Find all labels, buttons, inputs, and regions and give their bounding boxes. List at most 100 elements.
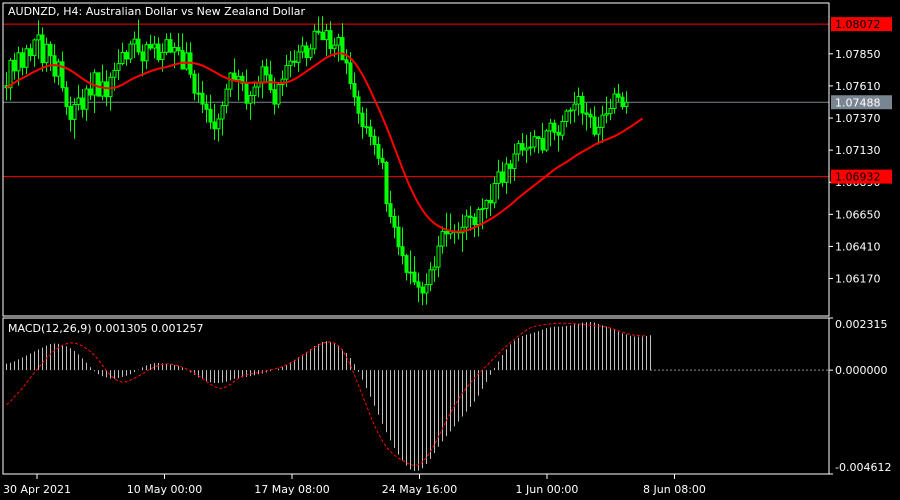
candle-body-down (96, 72, 101, 97)
candle-body-down (264, 66, 269, 76)
candle-body-down (12, 59, 17, 72)
candle-body-down (616, 93, 621, 98)
candle-body-up (432, 266, 437, 271)
candle-body-up (524, 147, 529, 151)
candle-body-down (360, 112, 365, 128)
candle-body-down (472, 216, 477, 226)
price-chart-title: AUDNZD, H4: Australian Dollar vs New Zea… (8, 5, 306, 18)
y-tick-label: 1.07850 (835, 48, 881, 61)
candle-body-down (368, 126, 373, 137)
candle-body-up (492, 182, 497, 204)
candle-body-up (596, 126, 601, 135)
candle-body-up (504, 163, 509, 183)
candle-body-down (68, 105, 73, 120)
candle-body-up (612, 93, 617, 110)
candle-body-down (468, 215, 473, 218)
candle-body-down (316, 30, 321, 33)
candle-body-up (164, 39, 169, 53)
candle-body-down (28, 48, 33, 57)
x-tick-label: 1 Jun 00:00 (516, 483, 579, 496)
candle-body-up (308, 48, 313, 59)
x-tick-label: 8 Jun 08:00 (643, 483, 706, 496)
candle-body-up (44, 43, 49, 64)
candle-body-up (116, 63, 121, 71)
candle-body-up (408, 271, 413, 274)
candle-body-down (412, 271, 417, 283)
candle-body-down (64, 87, 69, 107)
y-tick-label: 1.06650 (835, 208, 881, 221)
candle-body-up (84, 88, 89, 110)
candle-body-up (428, 269, 433, 286)
candle-body-down (540, 137, 545, 151)
candle-body-up (436, 245, 441, 268)
candle-body-up (564, 110, 569, 123)
candle-body-up (172, 47, 177, 53)
candle-body-up (516, 143, 521, 155)
candle-body-up (548, 122, 553, 132)
candle-body-up (312, 30, 317, 50)
candle-body-up (424, 284, 429, 294)
candle-body-up (480, 207, 485, 211)
candle-body-down (556, 131, 561, 136)
candle-body-down (180, 50, 185, 70)
candle-body-up (560, 121, 565, 136)
candle-body-down (136, 38, 141, 53)
candle-body-up (440, 230, 445, 247)
candle-body-up (32, 39, 37, 57)
y-tick-label: 1.07130 (835, 144, 881, 157)
candle-body-up (228, 72, 233, 90)
chart-canvas: AUDNZD, H4: Australian Dollar vs New Zea… (0, 0, 900, 500)
candle-body-down (192, 73, 197, 94)
candle-body-down (588, 113, 593, 118)
candle (96, 72, 101, 97)
candle-body-up (152, 43, 157, 49)
candle-body-up (476, 209, 481, 226)
candle-body-up (336, 37, 341, 46)
candle-body-up (288, 60, 293, 67)
candle-body-down (196, 92, 201, 95)
candle-body-up (324, 30, 329, 41)
candle-body-down (404, 255, 409, 273)
x-tick-label: 30 Apr 2021 (3, 483, 71, 496)
candle-body-up (572, 103, 577, 111)
candle-body-down (552, 122, 557, 133)
candle-body-down (344, 59, 349, 64)
y-tick-label: 1.06410 (835, 240, 881, 253)
candle-body-down (320, 31, 325, 41)
candle (276, 82, 281, 109)
candle-body-down (380, 157, 385, 163)
candle-body-up (160, 51, 165, 61)
candle-body-down (212, 121, 217, 130)
candle-body-down (508, 163, 513, 169)
candle-body-down (176, 47, 181, 52)
candle-body-up (112, 69, 117, 78)
candle-body-up (248, 95, 253, 104)
candle-body-up (72, 104, 77, 120)
candle-body-up (224, 88, 229, 107)
candle-body-down (620, 96, 625, 108)
candle-body-down (304, 45, 309, 59)
candle-body-up (252, 86, 257, 97)
candle-body-up (604, 113, 609, 116)
candle-body-down (416, 281, 421, 288)
candle-body-down (500, 171, 505, 183)
candle-body-down (372, 135, 377, 146)
candle-body-up (184, 52, 189, 70)
candle-body-up (220, 105, 225, 120)
candle-body-down (208, 108, 213, 123)
candle (384, 160, 389, 212)
candle-body-down (124, 51, 129, 60)
candle-body-down (400, 246, 405, 257)
y-tick-label: 1.07370 (835, 112, 881, 125)
candle-body-down (348, 62, 353, 85)
candle-body-down (244, 82, 249, 104)
candle-body-up (332, 44, 337, 50)
candle-body-up (512, 153, 517, 169)
candle-body-up (300, 45, 305, 53)
candle-body-down (148, 44, 153, 49)
candle-body-down (272, 89, 277, 105)
y-tick-label: 1.06170 (835, 273, 881, 286)
candle-body-down (444, 230, 449, 235)
candle-body-down (392, 215, 397, 228)
candle (544, 128, 549, 152)
